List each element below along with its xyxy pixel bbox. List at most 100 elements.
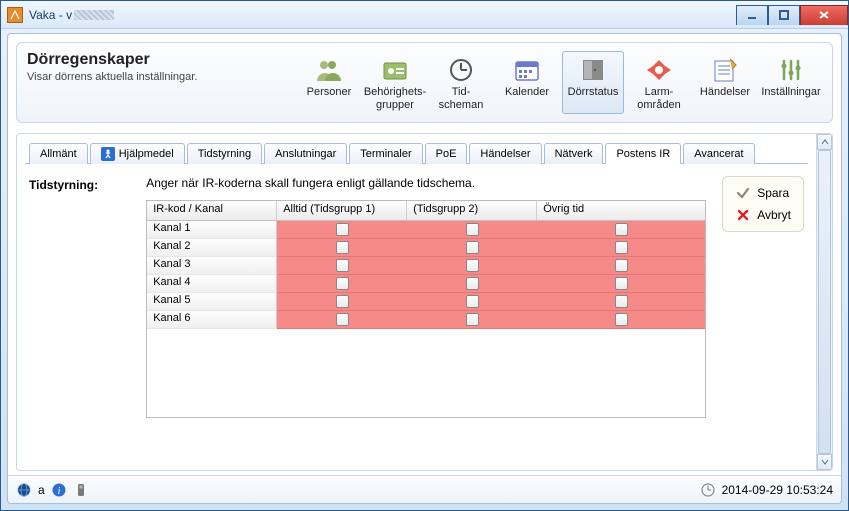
checkbox[interactable] <box>615 241 628 254</box>
title-version-blur <box>74 10 114 20</box>
tab-händelser[interactable]: Händelser <box>469 143 541 164</box>
checkbox[interactable] <box>615 277 628 290</box>
ribbon-item-larm-områden[interactable]: Larm-områden <box>628 51 690 114</box>
tab-postens-ir[interactable]: Postens IR <box>605 143 681 164</box>
ribbon: Dörregenskaper Visar dörrens aktuella in… <box>16 42 833 123</box>
table-row: Kanal 4 <box>147 275 705 293</box>
save-button[interactable]: Spara <box>735 185 791 201</box>
ribbon-label: Händelser <box>700 86 750 99</box>
row-label: Kanal 2 <box>147 239 277 257</box>
grid-cell <box>537 311 705 329</box>
section-label: Tidstyrning: <box>29 176 130 192</box>
accessibility-icon <box>101 147 115 161</box>
tab-hjälpmedel[interactable]: Hjälpmedel <box>90 143 185 164</box>
grid-cell <box>537 239 705 257</box>
grid-cell <box>537 275 705 293</box>
scroll-down-button[interactable] <box>817 454 832 470</box>
grid-cell <box>277 221 407 239</box>
tab-poe[interactable]: PoE <box>425 143 468 164</box>
checkbox[interactable] <box>466 313 479 326</box>
tab-label: Tidstyrning <box>198 148 251 160</box>
grid-cell <box>407 275 537 293</box>
table-row: Kanal 6 <box>147 311 705 329</box>
ribbon-icon <box>775 56 807 84</box>
grid-cell <box>407 257 537 275</box>
tab-tidstyrning[interactable]: Tidstyrning <box>187 143 262 164</box>
clock-icon <box>700 482 716 498</box>
column-header[interactable]: (Tidsgrupp 2) <box>407 201 537 220</box>
page-subtitle: Visar dörrens aktuella inställningar. <box>27 71 197 83</box>
tab-avancerat[interactable]: Avancerat <box>683 143 754 164</box>
ribbon-label: Behörighets-grupper <box>364 86 426 111</box>
column-header[interactable]: IR-kod / Kanal <box>147 201 277 220</box>
row-label: Kanal 5 <box>147 293 277 311</box>
ribbon-label: Kalender <box>505 86 549 99</box>
ribbon-icon <box>709 56 741 84</box>
checkbox[interactable] <box>466 295 479 308</box>
cancel-button[interactable]: Avbryt <box>735 207 791 223</box>
row-label: Kanal 6 <box>147 311 277 329</box>
checkbox[interactable] <box>466 277 479 290</box>
ribbon-item-behörighets-grupper[interactable]: Behörighets-grupper <box>364 51 426 114</box>
checkbox[interactable] <box>336 295 349 308</box>
window-title: Vaka - v <box>29 8 114 22</box>
row-label: Kanal 3 <box>147 257 277 275</box>
checkbox[interactable] <box>336 241 349 254</box>
tab-allmänt[interactable]: Allmänt <box>29 143 88 164</box>
svg-text:i: i <box>57 486 60 497</box>
tab-label: Hjälpmedel <box>119 148 174 160</box>
main-panel: Allmänt Hjälpmedel Tidstyrning Anslutningar… <box>16 133 833 471</box>
minimize-button[interactable] <box>736 5 768 25</box>
info-icon[interactable]: i <box>51 482 67 498</box>
tab-label: Postens IR <box>616 148 670 160</box>
tab-nätverk[interactable]: Nätverk <box>544 143 604 164</box>
checkbox[interactable] <box>336 223 349 236</box>
ribbon-item-dörrstatus[interactable]: Dörrstatus <box>562 51 624 114</box>
checkbox[interactable] <box>466 223 479 236</box>
globe-icon[interactable] <box>16 482 32 498</box>
ribbon-item-händelser[interactable]: Händelser <box>694 51 756 114</box>
checkbox[interactable] <box>336 277 349 290</box>
tab-label: Avancerat <box>694 148 743 160</box>
tab-anslutningar[interactable]: Anslutningar <box>264 143 347 164</box>
statusbar: a i 2014-09-29 10:53:24 <box>8 475 841 503</box>
checkbox[interactable] <box>466 241 479 254</box>
checkbox[interactable] <box>336 259 349 272</box>
ribbon-icon <box>313 56 345 84</box>
device-icon[interactable] <box>73 482 89 498</box>
scroll-thumb[interactable] <box>818 150 831 454</box>
row-label: Kanal 4 <box>147 275 277 293</box>
ribbon-item-personer[interactable]: Personer <box>298 51 360 114</box>
row-label: Kanal 1 <box>147 221 277 239</box>
tab-label: Händelser <box>480 148 530 160</box>
ribbon-item-tid-scheman[interactable]: Tid-scheman <box>430 51 492 114</box>
checkbox[interactable] <box>615 223 628 236</box>
titlebar: Vaka - v <box>1 1 848 29</box>
grid-cell <box>277 239 407 257</box>
grid-cell <box>277 275 407 293</box>
status-timestamp: 2014-09-29 10:53:24 <box>722 483 833 497</box>
ribbon-item-kalender[interactable]: Kalender <box>496 51 558 114</box>
ribbon-label: Dörrstatus <box>568 86 619 99</box>
tab-terminaler[interactable]: Terminaler <box>349 143 422 164</box>
table-row: Kanal 3 <box>147 257 705 275</box>
checkbox[interactable] <box>615 259 628 272</box>
column-header[interactable]: Alltid (Tidsgrupp 1) <box>277 201 407 220</box>
maximize-button[interactable] <box>768 5 800 25</box>
close-button[interactable] <box>800 5 848 25</box>
page-title: Dörregenskaper <box>27 51 197 69</box>
checkbox[interactable] <box>466 259 479 272</box>
checkbox[interactable] <box>615 313 628 326</box>
action-box: Spara Avbryt <box>722 176 804 232</box>
tabstrip: Allmänt Hjälpmedel Tidstyrning Anslutningar… <box>25 142 808 164</box>
ribbon-item-inställningar[interactable]: Inställningar <box>760 51 822 114</box>
checkbox[interactable] <box>615 295 628 308</box>
column-header[interactable]: Övrig tid <box>537 201 705 220</box>
checkbox[interactable] <box>336 313 349 326</box>
ribbon-icon <box>379 56 411 84</box>
grid-cell <box>537 221 705 239</box>
scroll-up-button[interactable] <box>817 134 832 150</box>
vertical-scrollbar[interactable] <box>816 134 832 470</box>
tab-label: Anslutningar <box>275 148 336 160</box>
tab-label: Terminaler <box>360 148 411 160</box>
